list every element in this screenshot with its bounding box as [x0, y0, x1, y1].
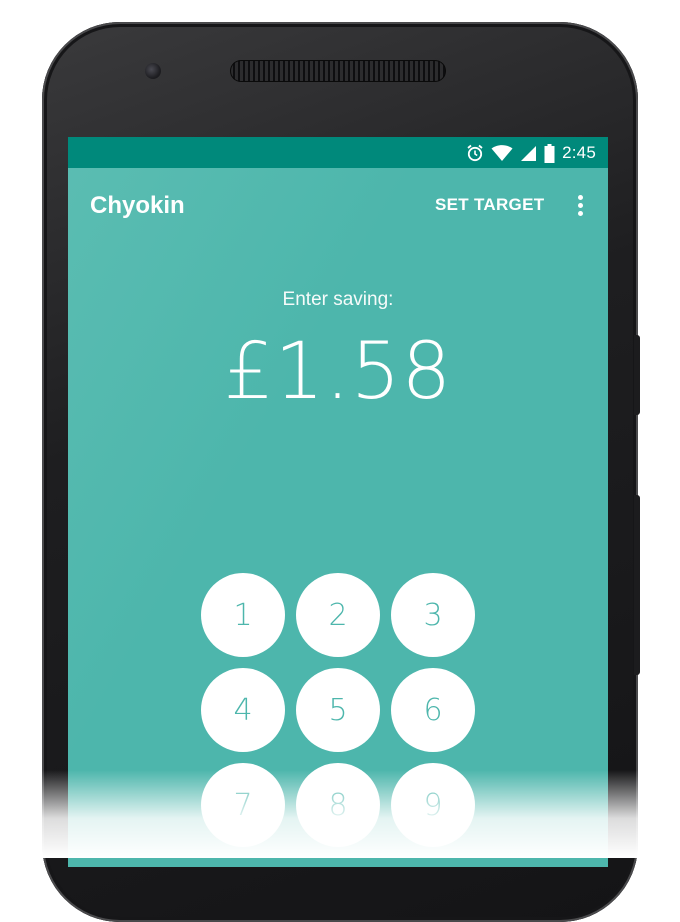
- alarm-icon: [467, 144, 483, 162]
- keypad-key-1[interactable]: 1: [201, 573, 285, 657]
- status-time: 2:45: [562, 143, 596, 162]
- keypad-key-8[interactable]: 8: [296, 763, 380, 847]
- app-screen: 2:45 Chyokin SET TARGET Enter saving: £1…: [68, 137, 608, 867]
- wifi-icon: [491, 144, 513, 161]
- front-camera: [145, 63, 161, 79]
- saving-prompt: Enter saving:: [282, 289, 394, 310]
- cell-signal-icon: [521, 145, 537, 161]
- keypad-key-5[interactable]: 5: [296, 668, 380, 752]
- keypad-key-6[interactable]: 6: [391, 668, 475, 752]
- keypad-key-3[interactable]: 3: [391, 573, 475, 657]
- volume-button: [634, 495, 640, 675]
- earpiece-speaker: [230, 60, 446, 82]
- more-vert-icon[interactable]: [570, 193, 590, 219]
- keypad-key-9[interactable]: 9: [391, 763, 475, 847]
- keypad-key-7[interactable]: 7: [201, 763, 285, 847]
- saving-amount: £1.58: [223, 327, 453, 417]
- power-button: [634, 335, 640, 415]
- app-title: Chyokin: [90, 192, 185, 219]
- set-target-button[interactable]: SET TARGET: [435, 195, 544, 215]
- status-bar: 2:45: [68, 137, 608, 168]
- battery-icon: [544, 143, 555, 163]
- keypad-key-4[interactable]: 4: [201, 668, 285, 752]
- keypad-key-2[interactable]: 2: [296, 573, 380, 657]
